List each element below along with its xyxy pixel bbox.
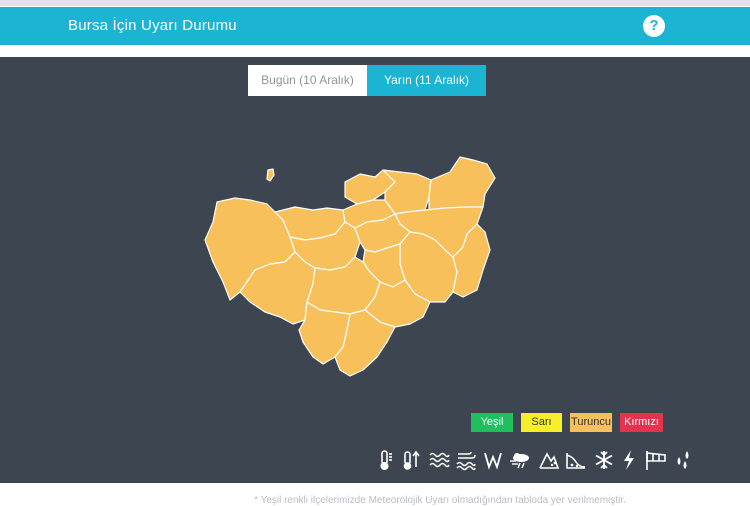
header-bar: Bursa İçin Uyarı Durumu ?: [0, 7, 750, 45]
warning-type-icons: [377, 449, 694, 475]
tab-today[interactable]: Bugün (10 Aralık): [248, 65, 367, 96]
legend-green: Yeşil: [471, 413, 513, 432]
avalanche-icon[interactable]: [538, 449, 560, 471]
legend-orange: Turuncu: [570, 413, 612, 432]
rain-icon[interactable]: [673, 449, 693, 471]
map-island[interactable]: [266, 168, 275, 182]
legend-yellow: Sarı: [521, 413, 562, 432]
gale-flag-icon[interactable]: [644, 449, 668, 471]
help-icon[interactable]: ?: [643, 15, 665, 37]
wave-icon[interactable]: [428, 449, 450, 471]
wind-sea-icon[interactable]: [455, 449, 477, 471]
warning-panel: Bugün (10 Aralık) Yarın (11 Aralık) Yeşi…: [0, 57, 750, 483]
bursa-district-map: [204, 156, 496, 377]
footer-note-text: * Yeşil renkli ilçelerimizde Meteoroloji…: [254, 495, 626, 506]
heat-icon[interactable]: [402, 449, 422, 471]
top-strip: [0, 0, 750, 6]
storm-icon[interactable]: [508, 449, 532, 471]
legend-red: Kırmızı: [620, 413, 663, 432]
tab-tomorrow[interactable]: Yarın (11 Aralık): [367, 65, 486, 96]
temperature-icon[interactable]: [377, 449, 397, 471]
page-title: Bursa İçin Uyarı Durumu: [68, 17, 237, 34]
snow-icon[interactable]: [593, 449, 615, 471]
footer-note: * Yeşil renkli ilçelerimizde Meteoroloji…: [0, 483, 750, 506]
strong-wind-icon[interactable]: [483, 449, 503, 471]
lightning-icon[interactable]: [620, 449, 638, 471]
map-district[interactable]: [428, 156, 496, 211]
landslide-icon[interactable]: [565, 449, 587, 471]
